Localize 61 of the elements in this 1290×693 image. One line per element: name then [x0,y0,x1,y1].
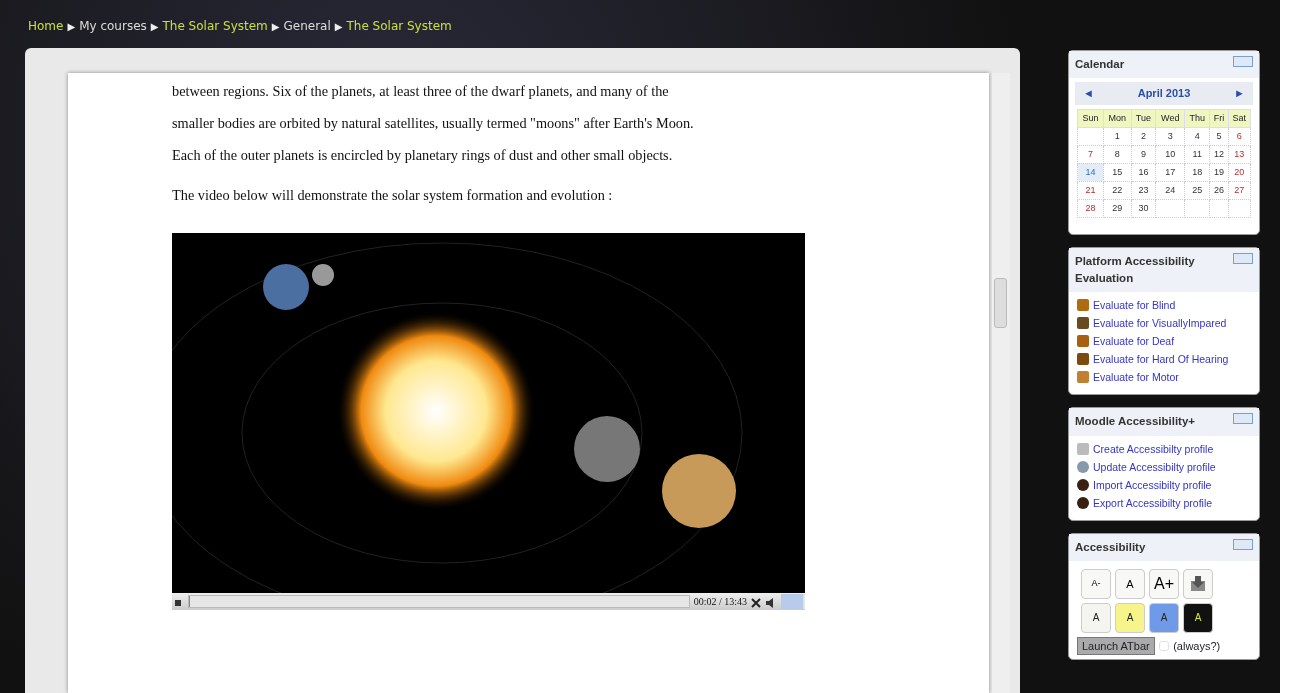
breadcrumb-separator: ▶ [150,21,159,32]
launch-button[interactable]: Launch ATbar [1077,636,1155,656]
calendar-day[interactable]: 6 [1236,130,1242,141]
collapse-icon[interactable] [1233,56,1253,67]
page-scrollbar[interactable] [1280,0,1290,693]
weekday-header: Tue [1131,109,1156,128]
sidebar-link[interactable]: Evaluate for Hard Of Hearing [1077,350,1251,369]
collapse-icon[interactable] [1233,538,1253,550]
save-icon[interactable] [1183,568,1213,599]
block-title: Accessibility [1075,539,1146,555]
sidebar-link[interactable]: Create Accessibilty profile [1077,439,1251,458]
calendar-day[interactable]: 7 [1087,148,1093,159]
breadcrumb-item: My courses [79,19,147,33]
weekday-header: Wed [1155,109,1185,128]
always-checkbox[interactable] [1158,640,1170,652]
weekday-header: Sat [1228,109,1251,128]
text-size-button[interactable]: A+ [1149,568,1179,599]
color-scheme-button[interactable]: A [1149,602,1179,633]
weekday-header: Mon [1103,109,1132,128]
sidebar-link[interactable]: Evaluate for VisuallyImpared [1077,314,1251,333]
block-title: Platform Accessibility Evaluation [1075,253,1196,286]
sidebar-link[interactable]: Update Accessibilty profile [1077,457,1251,476]
collapse-icon[interactable] [1233,413,1253,425]
sidebar-link[interactable]: Evaluate for Blind [1077,296,1251,315]
calendar-day[interactable]: 9 [1140,148,1146,159]
time-display: 00:02 / 13:43 [693,595,747,609]
calendar-day[interactable]: 1 [1114,130,1120,141]
sidebar-link[interactable]: Evaluate for Motor [1077,368,1251,387]
scrollbar-thumb[interactable] [994,278,1007,328]
calendar-day[interactable]: 3 [1167,130,1173,141]
month-title: April 2013 [1137,86,1191,102]
weekday-header: Thu [1184,109,1210,128]
breadcrumb-separator: ▶ [67,21,76,32]
breadcrumb-separator: ▶ [334,21,343,32]
breadcrumb-link[interactable]: Home [28,19,64,33]
text-size-button[interactable]: A [1115,568,1145,599]
scrollbar[interactable] [992,73,1010,693]
sidebar-link[interactable]: Evaluate for Deaf [1077,332,1251,351]
prev-month-link[interactable]: ◄ [1083,85,1094,102]
block-title: Moodle Accessibility+ [1075,414,1196,430]
block-title: Calendar [1075,57,1125,72]
sidebar-link[interactable]: Export Accessibilty profile [1077,493,1251,512]
calendar-day[interactable]: 8 [1114,148,1120,159]
color-scheme-button[interactable]: A [1183,602,1213,633]
calendar-day[interactable]: 4 [1194,130,1200,141]
sidebar-link[interactable]: Import Accessibilty profile [1077,475,1251,494]
paragraph: The video below will demonstrate the solar system formation and evolution : [172,186,614,205]
breadcrumb-link[interactable]: The Solar System [346,19,452,33]
breadcrumb-link[interactable]: The Solar System [162,19,268,33]
weekday-header: Sun [1077,109,1104,128]
next-month-link[interactable]: ► [1234,85,1245,102]
calendar-day[interactable]: 5 [1216,130,1222,141]
breadcrumb-separator: ▶ [271,21,280,32]
paragraph: between regions. Six of the planets, at least three of the dwarf planets, and many of the smaller bodies are orbited by natural satellites, usually termed "moons" after Earth's Moon. Each of the outer planets is encircled by planetary rings of dust and other small objects. [172,82,695,165]
calendar-day[interactable]: 2 [1140,130,1146,141]
checkbox-label: (always?) [1173,638,1221,654]
collapse-icon[interactable] [1233,252,1253,264]
breadcrumb-item: General [283,19,331,33]
color-scheme-button[interactable]: A [1081,602,1111,633]
color-scheme-button[interactable]: A [1115,602,1145,633]
text-size-button[interactable]: A- [1081,568,1111,599]
